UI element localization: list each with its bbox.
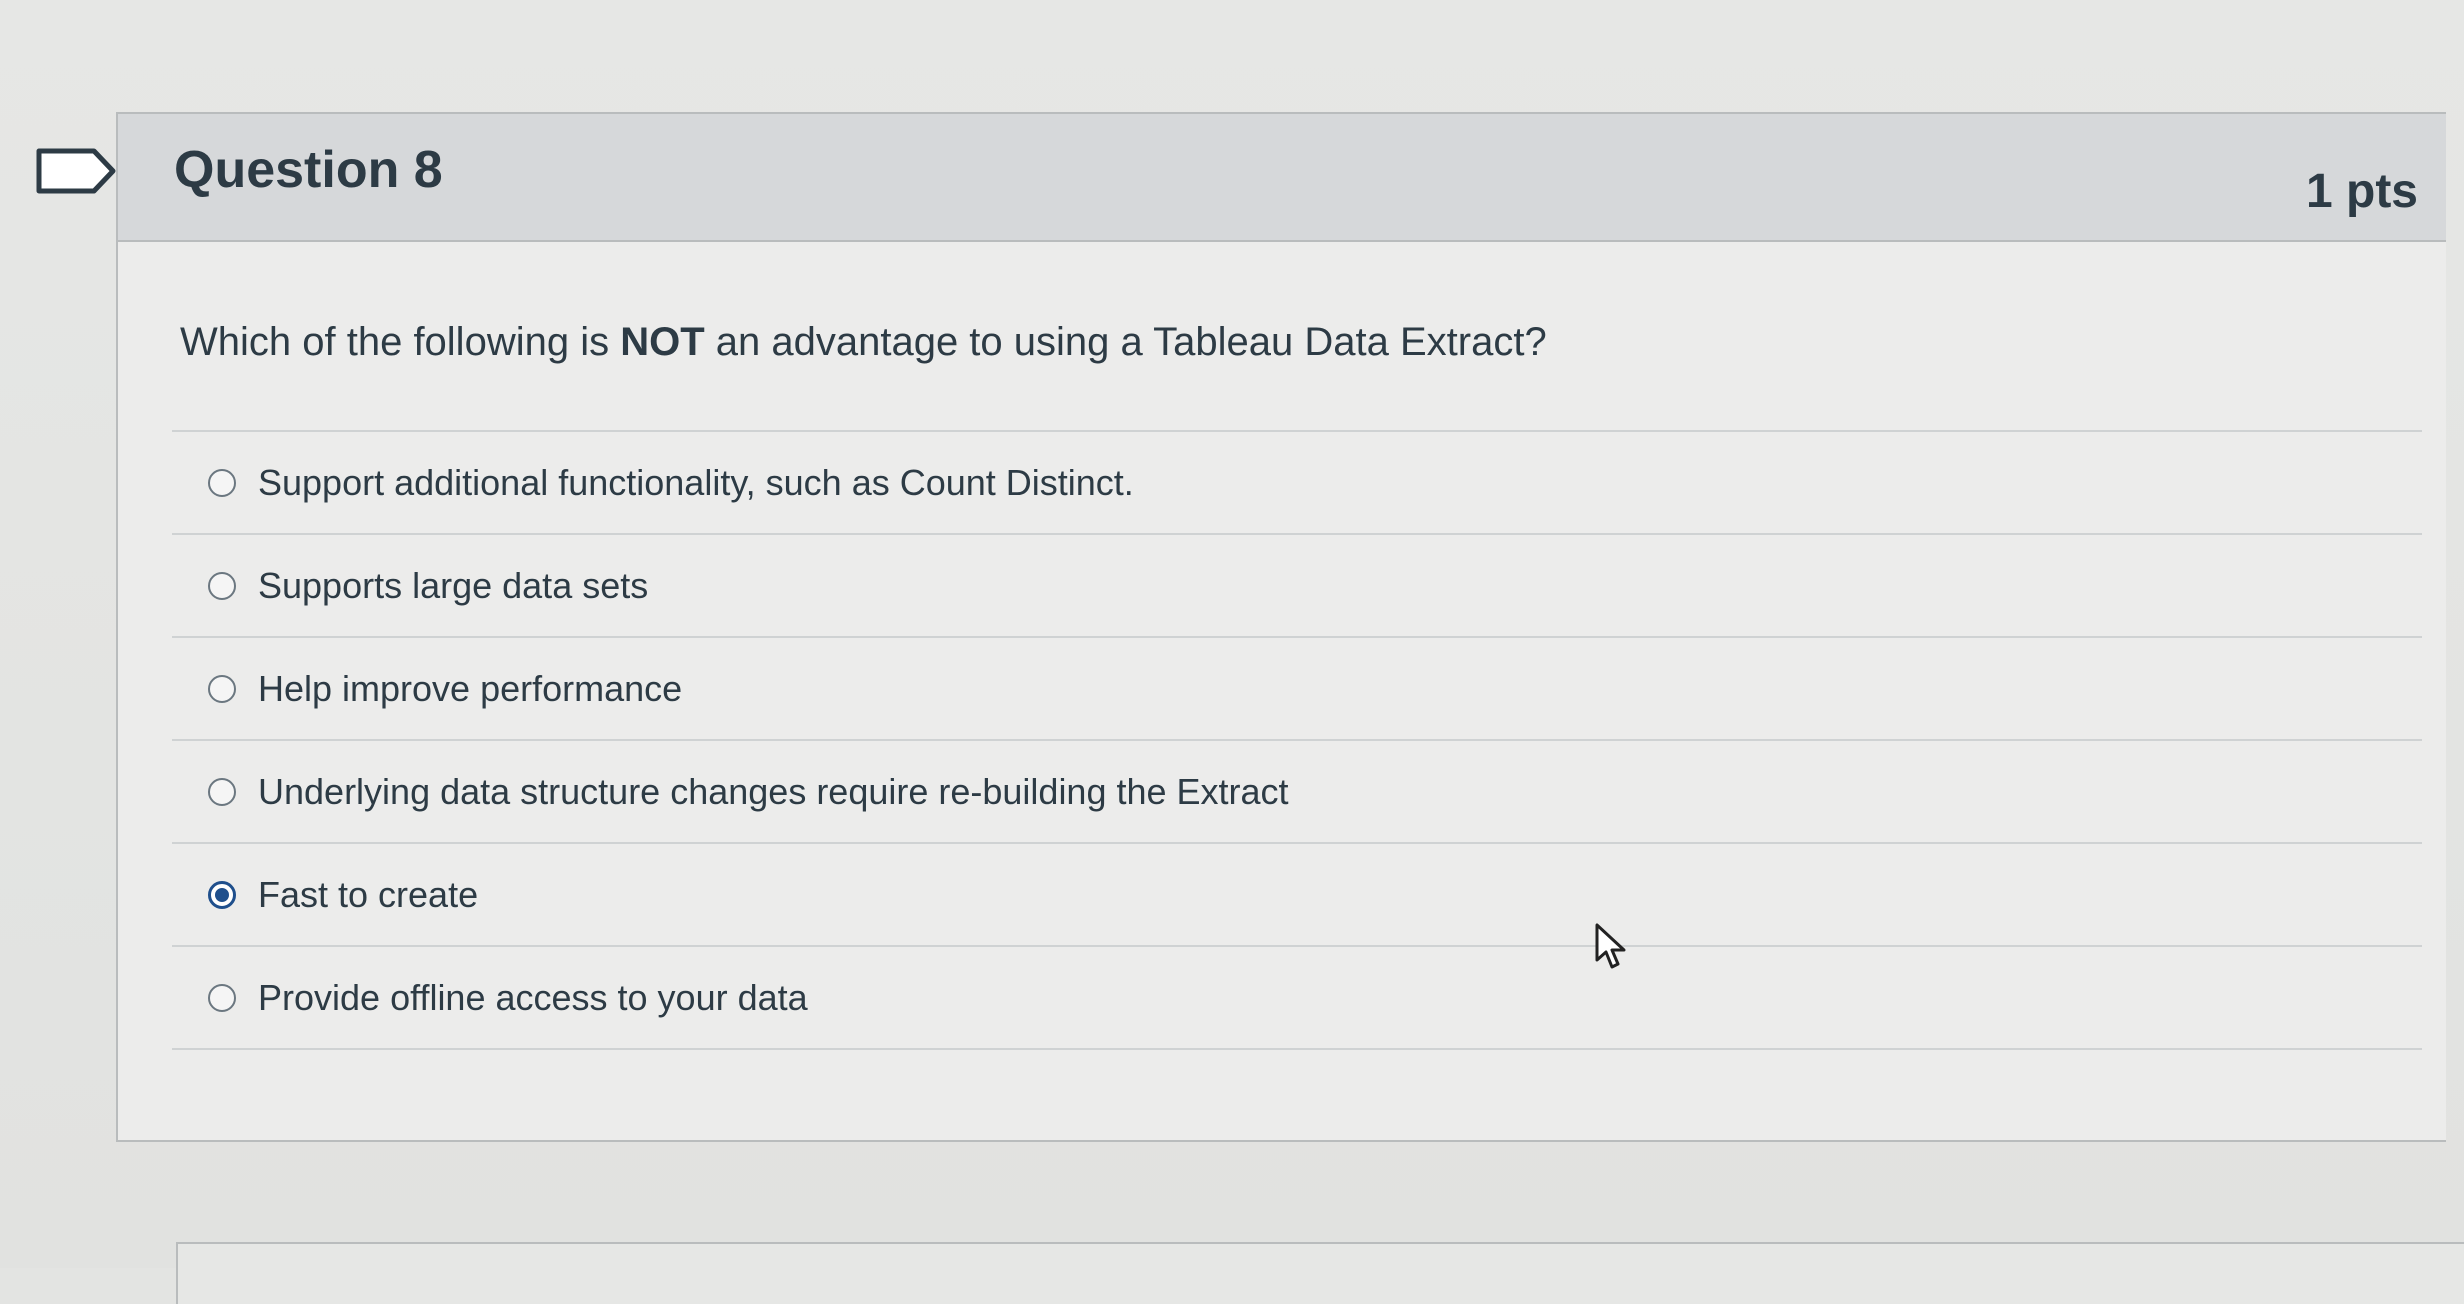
- question-body: Which of the following is NOT an advanta…: [172, 322, 2422, 1050]
- question-header: Question 8 1 pts: [118, 114, 2446, 242]
- radio-button[interactable]: [208, 468, 236, 497]
- radio-button[interactable]: [208, 777, 236, 806]
- answer-option[interactable]: Support additional functionality, such a…: [172, 432, 2422, 535]
- question-text-emphasis: NOT: [620, 320, 705, 364]
- answer-label[interactable]: Provide offline access to your data: [258, 977, 808, 1019]
- radio-button[interactable]: [208, 983, 236, 1012]
- question-title: Question 8: [174, 141, 443, 199]
- radio-button[interactable]: [208, 674, 236, 703]
- radio-button-selected[interactable]: [208, 880, 236, 909]
- answer-label[interactable]: Fast to create: [258, 874, 478, 916]
- answer-option[interactable]: Provide offline access to your data: [172, 947, 2422, 1050]
- mouse-pointer-icon: [1595, 923, 1626, 969]
- question-card: Question 8 1 pts Which of the following …: [116, 112, 2446, 1142]
- answer-label[interactable]: Help improve performance: [258, 668, 682, 710]
- answer-list: Support additional functionality, such a…: [172, 430, 2422, 1050]
- answer-option[interactable]: Underlying data structure changes requir…: [172, 741, 2422, 844]
- answer-option-selected[interactable]: Fast to create: [172, 844, 2422, 947]
- answer-label[interactable]: Support additional functionality, such a…: [258, 462, 1134, 504]
- next-question-card-edge: [176, 1242, 2464, 1304]
- answer-option[interactable]: Supports large data sets: [172, 535, 2422, 638]
- question-points: 1 pts: [2305, 165, 2418, 218]
- answer-option[interactable]: Help improve performance: [172, 638, 2422, 741]
- flag-question-icon[interactable]: [36, 148, 116, 194]
- question-text-after: an advantage to using a Tableau Data Ext…: [704, 320, 1547, 364]
- radio-button[interactable]: [208, 571, 236, 600]
- answer-label[interactable]: Underlying data structure changes requir…: [258, 771, 1289, 813]
- answer-label[interactable]: Supports large data sets: [258, 565, 648, 607]
- question-text: Which of the following is NOT an advanta…: [180, 322, 2422, 362]
- quiz-page: Question 8 1 pts Which of the following …: [0, 0, 2464, 1304]
- question-text-before: Which of the following is: [180, 320, 621, 364]
